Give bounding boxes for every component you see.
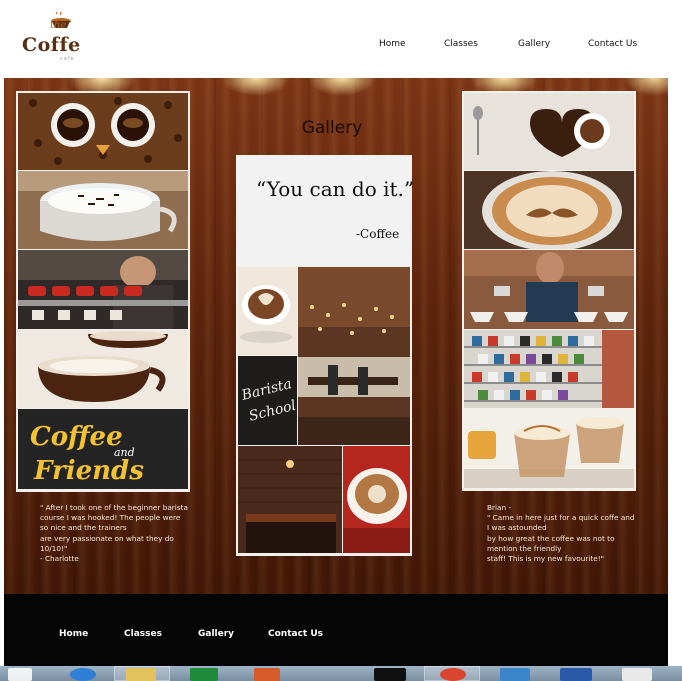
gallery-photo-cream-cup[interactable] bbox=[18, 171, 188, 249]
page-title: Gallery bbox=[301, 118, 363, 138]
nav-link-gallery[interactable]: Gallery bbox=[518, 39, 550, 49]
gallery-photo-latte-cup[interactable] bbox=[238, 267, 297, 355]
os-taskbar bbox=[0, 666, 682, 681]
footer-link-home[interactable]: Home bbox=[59, 629, 88, 639]
chalk-text-coffee: Coffee bbox=[30, 422, 123, 452]
testimonial-line: " Came in here just for a quick coffe an… bbox=[487, 513, 635, 523]
word-icon[interactable] bbox=[560, 668, 592, 681]
gallery-photo-coffee-friends-chalkboard[interactable]: Coffee and Friends bbox=[18, 409, 188, 489]
gallery-photo-brick-bar[interactable] bbox=[238, 446, 342, 553]
gallery-column-middle: “You can do it.” -Coffee Barista School bbox=[236, 155, 414, 556]
testimonial-author: - Charlotte bbox=[40, 554, 79, 564]
gallery-photo-red-cup[interactable] bbox=[343, 446, 410, 553]
app-icon[interactable] bbox=[500, 668, 530, 681]
testimonial-line: by how great the coffee was not to bbox=[487, 533, 615, 543]
chalk-text-friends: Friends bbox=[33, 456, 144, 486]
testimonial-line: so nice and the trainers bbox=[40, 523, 127, 533]
quote-author: -Coffee bbox=[356, 227, 400, 241]
site-footer: Home Classes Gallery Contact Us bbox=[4, 594, 668, 666]
testimonial-line: are very passionate on what they do bbox=[40, 533, 174, 543]
testimonial-author: Brian - bbox=[487, 503, 512, 512]
browser-icon[interactable] bbox=[70, 668, 96, 681]
footer-link-gallery[interactable]: Gallery bbox=[198, 629, 234, 639]
folder-icon bbox=[126, 668, 156, 681]
gallery-photo-bean-heart[interactable] bbox=[464, 93, 634, 170]
testimonial-left: " After I took one of the beginner baris… bbox=[40, 503, 210, 564]
paint-icon[interactable] bbox=[622, 668, 652, 681]
top-nav: Home Classes Gallery Contact Us bbox=[0, 39, 682, 53]
chrome-icon bbox=[440, 668, 466, 681]
quote-card: “You can do it.” -Coffee bbox=[238, 157, 414, 265]
spreadsheet-icon[interactable] bbox=[190, 668, 218, 681]
help-icon[interactable] bbox=[374, 668, 406, 681]
gallery-photo-espresso-cups[interactable] bbox=[18, 330, 188, 408]
testimonial-line: I was astounded bbox=[487, 523, 547, 533]
gallery-photo-mustache-latte[interactable] bbox=[464, 171, 634, 249]
logo-subtext: cafe bbox=[60, 56, 75, 62]
testimonial-line: course I was hooked! The people were bbox=[40, 513, 181, 523]
footer-link-classes[interactable]: Classes bbox=[124, 629, 162, 639]
logo-small-text: the bbox=[50, 20, 67, 31]
gallery-photo-barista-pouring[interactable] bbox=[464, 250, 634, 329]
footer-link-contact[interactable]: Contact Us bbox=[268, 629, 323, 639]
gallery-photo-cup-wall[interactable] bbox=[464, 330, 634, 408]
quote-text: “You can do it.” bbox=[256, 177, 415, 201]
testimonial-line: 10/10!" bbox=[40, 543, 68, 553]
testimonial-line: mention the friendly bbox=[487, 543, 562, 553]
gallery-photo-barista-school[interactable]: Barista School bbox=[238, 356, 297, 445]
site-header: the Coffe cafe Home Classes Gallery Cont… bbox=[0, 0, 682, 78]
nav-link-home[interactable]: Home bbox=[379, 39, 406, 49]
nav-link-classes[interactable]: Classes bbox=[444, 39, 478, 49]
gallery-column-right bbox=[462, 91, 636, 491]
presentation-icon[interactable] bbox=[254, 668, 280, 681]
nav-link-contact[interactable]: Contact Us bbox=[588, 39, 637, 49]
start-icon[interactable] bbox=[8, 668, 32, 681]
testimonial-line: " After I took one of the beginner baris… bbox=[40, 503, 188, 512]
testimonial-line: staff! This is my new favourite!" bbox=[487, 554, 605, 564]
testimonial-right: Brian - " Came in here just for a quick … bbox=[487, 503, 662, 564]
gallery-photo-barista-cups[interactable] bbox=[18, 250, 188, 329]
gallery-photo-cafe-interior[interactable] bbox=[298, 267, 410, 445]
gallery-photo-owl-cups[interactable] bbox=[18, 93, 188, 170]
gallery-column-left: Coffee and Friends bbox=[16, 91, 190, 492]
gallery-photo-caramel-latte[interactable] bbox=[464, 409, 634, 488]
